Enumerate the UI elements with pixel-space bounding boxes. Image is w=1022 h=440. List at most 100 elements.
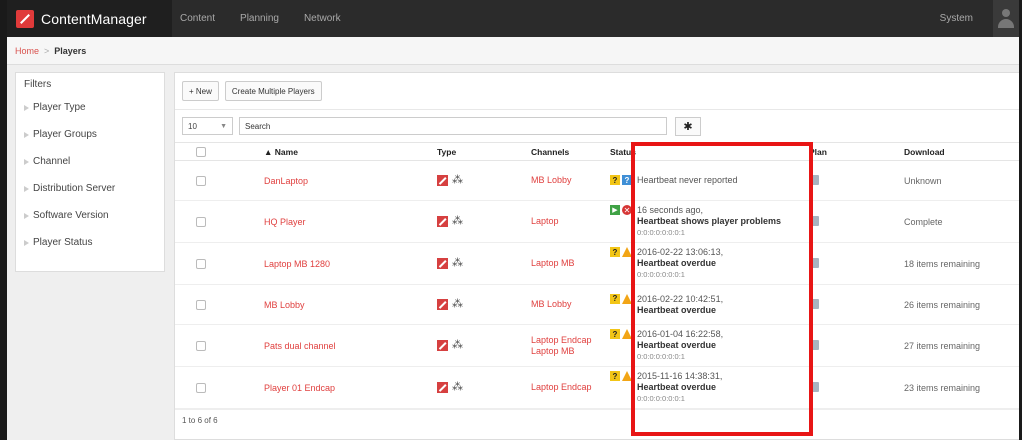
channel-link[interactable]: Laptop MB [531, 258, 610, 269]
create-multiple-players-button[interactable]: Create Multiple Players [224, 81, 322, 101]
player-name-link[interactable]: Pats dual channel [264, 341, 336, 351]
table-row[interactable]: Pats dual channel ⁂ Laptop Endcap Laptop… [175, 325, 1019, 367]
top-nav: ContentManager Content Planning Network … [7, 0, 1019, 37]
header-type[interactable]: Type [437, 147, 531, 157]
expand-triangle-icon [24, 158, 29, 165]
filter-player-status[interactable]: Player Status [24, 229, 156, 256]
nav-planning[interactable]: Planning [240, 13, 279, 24]
channel-link[interactable]: Laptop Endcap [531, 382, 610, 393]
filter-label: Player Status [33, 237, 93, 248]
filter-software-version[interactable]: Software Version [24, 202, 156, 229]
page-size-select[interactable]: 10 ▼ [182, 117, 233, 135]
row-name-cell: HQ Player [238, 217, 437, 227]
row-plan-cell [809, 298, 904, 311]
table-row[interactable]: HQ Player ⁂ Laptop ▶ ✕ 16 seconds ago, He… [175, 201, 1019, 243]
plan-icon[interactable] [809, 298, 819, 309]
status-detail: Heartbeat overdue [637, 382, 717, 392]
row-type-cell: ⁂ [437, 382, 531, 393]
row-channels-cell: Laptop MB [531, 258, 610, 269]
status-text: Heartbeat never reported [637, 175, 738, 185]
channel-link[interactable]: MB Lobby [531, 175, 610, 186]
filter-label: Player Type [33, 102, 86, 113]
row-checkbox[interactable] [196, 216, 206, 227]
warning-icon [622, 247, 632, 257]
row-type-cell: ⁂ [437, 258, 531, 269]
row-checkbox[interactable] [196, 258, 206, 269]
plan-icon[interactable] [809, 215, 819, 226]
row-type-cell: ⁂ [437, 340, 531, 351]
select-all-checkbox[interactable] [196, 146, 206, 157]
breadcrumb-home[interactable]: Home [15, 46, 39, 56]
page-size-value: 10 [188, 121, 197, 131]
filter-label: Player Groups [33, 129, 97, 140]
user-icon[interactable] [993, 0, 1019, 37]
question-icon: ? [610, 371, 620, 381]
download-status: Complete [904, 216, 943, 227]
row-status-cell: ? 2016-02-22 10:42:51, Heartbeat overdue [610, 293, 809, 316]
row-checkbox[interactable] [196, 382, 206, 393]
row-check-cell [175, 382, 238, 393]
filter-player-groups[interactable]: Player Groups [24, 121, 156, 148]
table-row[interactable]: Laptop MB 1280 ⁂ Laptop MB ? 2016-02-22 … [175, 243, 1019, 285]
plan-icon[interactable] [809, 381, 819, 392]
status-text: 2015-11-16 14:38:31, [637, 371, 723, 381]
channel-link[interactable]: Laptop MB [531, 346, 610, 357]
row-name-cell: MB Lobby [238, 300, 437, 310]
row-download-cell: 26 items remaining [904, 300, 1014, 310]
table-row[interactable]: MB Lobby ⁂ MB Lobby ? 2016-02-22 10:42:5… [175, 285, 1019, 325]
channel-link[interactable]: MB Lobby [531, 299, 610, 310]
header-channels[interactable]: Channels [531, 147, 610, 157]
row-checkbox[interactable] [196, 299, 206, 310]
filter-player-type[interactable]: Player Type [24, 94, 156, 121]
header-name[interactable]: ▲ Name [238, 147, 437, 157]
row-checkbox[interactable] [196, 175, 206, 186]
question-icon: ? [610, 247, 620, 257]
row-check-cell [175, 258, 238, 269]
plan-icon[interactable] [809, 174, 819, 185]
header-download[interactable]: Download [904, 147, 1014, 157]
search-row: 10 ▼ ✱ [175, 110, 1019, 142]
app-logo[interactable]: ContentManager [7, 0, 172, 37]
player-name-link[interactable]: HQ Player [264, 217, 306, 227]
status-address: 0:0:0:0:0:0:0:1 [637, 228, 685, 237]
filter-label: Software Version [33, 210, 109, 221]
plan-icon[interactable] [809, 257, 819, 268]
app-window: ContentManager Content Planning Network … [0, 0, 1022, 440]
player-name-link[interactable]: Player 01 Endcap [264, 383, 335, 393]
plan-icon[interactable] [809, 339, 819, 350]
search-input[interactable] [239, 117, 667, 135]
status-detail: Heartbeat overdue [637, 304, 717, 315]
table-header: ▲ Name Type Channels Status Plan Downloa… [175, 142, 1019, 161]
filter-label: Distribution Server [33, 183, 116, 194]
warning-icon [622, 293, 632, 304]
breadcrumb-separator: > [44, 45, 50, 56]
download-status: 26 items remaining [904, 299, 981, 310]
row-status-cell: ? 2015-11-16 14:38:31, Heartbeat overdue… [610, 371, 809, 404]
filters-panel: Filters Player Type Player Groups Channe… [15, 72, 165, 272]
row-plan-cell [809, 174, 904, 187]
filter-channel[interactable]: Channel [24, 148, 156, 175]
status-text: 2016-02-22 13:06:13, [637, 247, 724, 257]
table-row[interactable]: DanLaptop ⁂ MB Lobby ?? Heartbeat never … [175, 161, 1019, 201]
row-name-cell: Player 01 Endcap [238, 383, 437, 393]
channel-link[interactable]: Laptop Endcap [531, 335, 610, 346]
row-checkbox[interactable] [196, 340, 206, 351]
nav-content[interactable]: Content [180, 13, 215, 24]
player-name-link[interactable]: Laptop MB 1280 [264, 259, 330, 269]
player-name-link[interactable]: DanLaptop [264, 176, 308, 186]
nav-network[interactable]: Network [304, 13, 341, 24]
network-icon: ⁂ [452, 257, 463, 269]
header-plan[interactable]: Plan [809, 147, 904, 157]
breadcrumb-current: Players [54, 45, 87, 56]
header-status[interactable]: Status [610, 147, 809, 157]
table-row[interactable]: Player 01 Endcap ⁂ Laptop Endcap ? 2015-… [175, 367, 1019, 409]
nav-system[interactable]: System [940, 13, 973, 24]
row-status-cell: ? 2016-01-04 16:22:58, Heartbeat overdue… [610, 329, 809, 362]
new-button[interactable]: + New [182, 81, 219, 101]
channel-link[interactable]: Laptop [531, 216, 610, 227]
app-name: ContentManager [41, 10, 147, 27]
player-name-link[interactable]: MB Lobby [264, 300, 305, 310]
gear-icon[interactable]: ✱ [675, 116, 701, 136]
filter-distribution-server[interactable]: Distribution Server [24, 175, 156, 202]
player-type-icon [437, 258, 448, 269]
